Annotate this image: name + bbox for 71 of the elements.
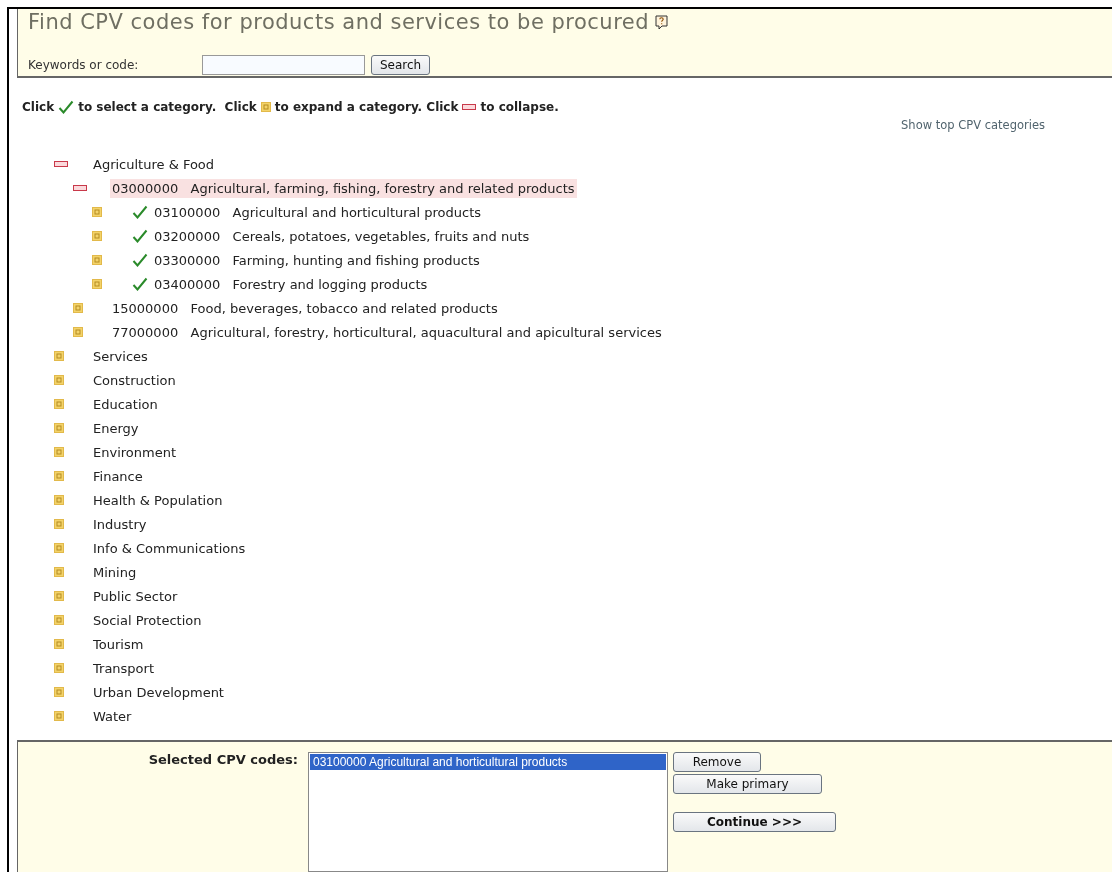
- checkmark-icon: [58, 100, 75, 114]
- expand-icon[interactable]: [54, 351, 64, 361]
- selected-codes-label: Selected CPV codes:: [147, 752, 299, 769]
- expand-icon[interactable]: [73, 303, 83, 313]
- expand-icon[interactable]: [54, 663, 64, 673]
- tree-item[interactable]: Public Sector: [91, 586, 180, 606]
- search-label: Keywords or code:: [28, 58, 140, 72]
- tree-item[interactable]: Tourism: [91, 634, 146, 654]
- tree-item[interactable]: Construction: [91, 370, 178, 390]
- tree-item[interactable]: Urban Development: [91, 682, 226, 702]
- expand-icon[interactable]: [54, 471, 64, 481]
- tree-item[interactable]: Finance: [91, 466, 145, 486]
- tree-item[interactable]: 03100000 Agricultural and horticultural products: [152, 202, 484, 222]
- expand-icon[interactable]: [92, 207, 102, 217]
- tree-item[interactable]: Energy: [91, 418, 141, 438]
- expand-icon[interactable]: [54, 519, 64, 529]
- checkmark-icon[interactable]: [132, 253, 148, 267]
- make-primary-button[interactable]: Make primary: [673, 774, 822, 794]
- tree-item[interactable]: Social Protection: [91, 610, 204, 630]
- tree-item[interactable]: Info & Communications: [91, 538, 248, 558]
- tree-item[interactable]: Industry: [91, 514, 149, 534]
- checkmark-icon[interactable]: [132, 205, 148, 219]
- expand-icon[interactable]: [54, 615, 64, 625]
- tree-item[interactable]: Education: [91, 394, 160, 414]
- instruction-text: Click: [22, 100, 55, 114]
- expand-icon[interactable]: [92, 279, 102, 289]
- checkmark-icon[interactable]: [132, 277, 148, 291]
- search-button[interactable]: Search: [371, 55, 431, 75]
- tree-item[interactable]: 03000000 Agricultural, farming, fishing, forestry and related products: [110, 178, 577, 198]
- tree-item[interactable]: Health & Population: [91, 490, 225, 510]
- continue-button[interactable]: Continue >>>: [673, 812, 836, 832]
- tree-item[interactable]: Water: [91, 706, 134, 726]
- tree-item[interactable]: 03400000 Forestry and logging products: [152, 274, 430, 294]
- expand-icon[interactable]: [54, 423, 64, 433]
- expand-icon[interactable]: [54, 567, 64, 577]
- expand-icon[interactable]: [73, 327, 83, 337]
- expand-icon[interactable]: [54, 543, 64, 553]
- expand-icon[interactable]: [54, 591, 64, 601]
- instruction-text: to select a category. Click: [78, 100, 257, 114]
- tree-item[interactable]: 15000000 Food, beverages, tobacco and related products: [110, 298, 500, 318]
- expand-icon[interactable]: [54, 711, 64, 721]
- help-icon[interactable]: [655, 14, 669, 30]
- expand-icon[interactable]: [54, 375, 64, 385]
- tree-item[interactable]: 03200000 Cereals, potatoes, vegetables, fruits and nuts: [152, 226, 532, 246]
- instruction-text: to expand a category. Click: [274, 100, 459, 114]
- tree-item[interactable]: Agriculture & Food: [91, 154, 217, 174]
- collapse-icon[interactable]: [73, 185, 87, 191]
- expand-icon[interactable]: [92, 255, 102, 265]
- show-top-categories-link[interactable]: Show top CPV categories: [901, 118, 1045, 132]
- expand-icon[interactable]: [92, 231, 102, 241]
- tree-item[interactable]: 77000000 Agricultural, forestry, horticultural, aquacultural and apicultural services: [110, 322, 664, 342]
- tree-item[interactable]: 03300000 Farming, hunting and fishing products: [152, 250, 482, 270]
- search-field[interactable]: [202, 55, 365, 75]
- expand-icon[interactable]: [54, 687, 64, 697]
- collapse-icon[interactable]: [54, 161, 68, 167]
- expand-icon[interactable]: [54, 639, 64, 649]
- tree-item[interactable]: Transport: [91, 658, 156, 678]
- collapse-icon: [462, 104, 477, 110]
- page-title: Find CPV codes for products and services to be procured: [28, 10, 650, 34]
- expand-icon[interactable]: [54, 447, 64, 457]
- tree-item[interactable]: Environment: [91, 442, 178, 462]
- remove-button[interactable]: Remove: [673, 752, 761, 772]
- selected-codes-list[interactable]: 03100000 Agricultural and horticultural products: [308, 752, 668, 872]
- checkmark-icon[interactable]: [132, 229, 148, 243]
- instruction-text: to collapse.: [480, 100, 559, 114]
- expand-icon: [260, 102, 271, 112]
- expand-icon[interactable]: [54, 399, 64, 409]
- tree-item[interactable]: Services: [91, 346, 150, 366]
- tree-item[interactable]: Mining: [91, 562, 139, 582]
- expand-icon[interactable]: [54, 495, 64, 505]
- list-option[interactable]: 03100000 Agricultural and horticultural products: [310, 754, 666, 770]
